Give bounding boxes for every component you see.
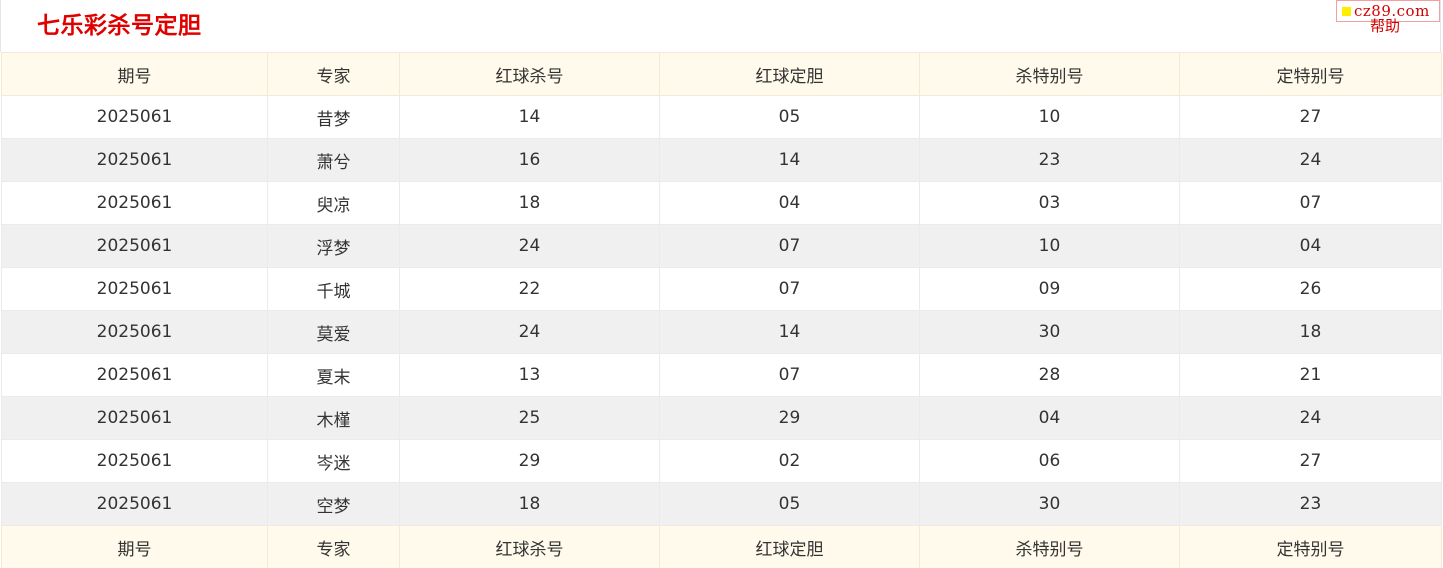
expert-cell: 萧兮 xyxy=(267,138,400,182)
red-kill-cell: 25 xyxy=(399,396,660,440)
table-row: 2025061 浮梦 24 07 10 04 xyxy=(1,224,1442,268)
issue-cell: 2025061 xyxy=(1,95,268,139)
special-fixed-cell: 24 xyxy=(1179,138,1442,182)
issue-cell: 2025061 xyxy=(1,267,268,311)
table-footer-row: 期号 专家 红球杀号 红球定胆 杀特别号 定特别号 xyxy=(1,525,1442,568)
expert-cell: 木槿 xyxy=(267,396,400,440)
expert-cell: 浮梦 xyxy=(267,224,400,268)
page-header: 七乐彩杀号定胆 cz89.com 帮助 xyxy=(0,0,1441,52)
column-header-special-kill: 杀特别号 xyxy=(919,52,1180,96)
table-row: 2025061 臾凉 18 04 03 07 xyxy=(1,181,1442,225)
special-fixed-cell: 23 xyxy=(1179,482,1442,526)
table-row: 2025061 岑迷 29 02 06 27 xyxy=(1,439,1442,483)
column-header-special-fixed: 定特别号 xyxy=(1179,52,1442,96)
issue-cell: 2025061 xyxy=(1,353,268,397)
red-kill-cell: 13 xyxy=(399,353,660,397)
special-kill-cell: 03 xyxy=(919,181,1180,225)
column-footer-red-kill: 红球杀号 xyxy=(399,525,660,568)
red-kill-cell: 14 xyxy=(399,95,660,139)
yellow-square-icon xyxy=(1342,6,1351,16)
column-footer-issue: 期号 xyxy=(1,525,268,568)
issue-cell: 2025061 xyxy=(1,224,268,268)
column-header-issue: 期号 xyxy=(1,52,268,96)
special-kill-cell: 23 xyxy=(919,138,1180,182)
red-kill-cell: 22 xyxy=(399,267,660,311)
special-fixed-cell: 21 xyxy=(1179,353,1442,397)
red-fixed-cell: 14 xyxy=(659,138,920,182)
column-footer-special-kill: 杀特别号 xyxy=(919,525,1180,568)
expert-cell: 臾凉 xyxy=(267,181,400,225)
table-row: 2025061 夏末 13 07 28 21 xyxy=(1,353,1442,397)
column-footer-special-fixed: 定特别号 xyxy=(1179,525,1442,568)
expert-cell: 千城 xyxy=(267,267,400,311)
table-row: 2025061 莫爱 24 14 30 18 xyxy=(1,310,1442,354)
red-fixed-cell: 07 xyxy=(659,224,920,268)
special-fixed-cell: 07 xyxy=(1179,181,1442,225)
column-header-expert: 专家 xyxy=(267,52,400,96)
special-fixed-cell: 27 xyxy=(1179,95,1442,139)
red-fixed-cell: 05 xyxy=(659,95,920,139)
red-kill-cell: 18 xyxy=(399,181,660,225)
page-title: 七乐彩杀号定胆 xyxy=(37,13,202,39)
special-fixed-cell: 27 xyxy=(1179,439,1442,483)
red-fixed-cell: 05 xyxy=(659,482,920,526)
special-kill-cell: 28 xyxy=(919,353,1180,397)
column-header-red-kill: 红球杀号 xyxy=(399,52,660,96)
special-fixed-cell: 18 xyxy=(1179,310,1442,354)
red-kill-cell: 16 xyxy=(399,138,660,182)
special-fixed-cell: 24 xyxy=(1179,396,1442,440)
special-kill-cell: 30 xyxy=(919,310,1180,354)
red-kill-cell: 18 xyxy=(399,482,660,526)
column-header-red-fixed: 红球定胆 xyxy=(659,52,920,96)
special-kill-cell: 04 xyxy=(919,396,1180,440)
special-kill-cell: 30 xyxy=(919,482,1180,526)
red-fixed-cell: 07 xyxy=(659,353,920,397)
issue-cell: 2025061 xyxy=(1,181,268,225)
red-fixed-cell: 07 xyxy=(659,267,920,311)
issue-cell: 2025061 xyxy=(1,396,268,440)
column-footer-expert: 专家 xyxy=(267,525,400,568)
red-fixed-cell: 29 xyxy=(659,396,920,440)
table-row: 2025061 千城 22 07 09 26 xyxy=(1,267,1442,311)
red-kill-cell: 29 xyxy=(399,439,660,483)
red-fixed-cell: 02 xyxy=(659,439,920,483)
table-row: 2025061 木槿 25 29 04 24 xyxy=(1,396,1442,440)
table-row: 2025061 萧兮 16 14 23 24 xyxy=(1,138,1442,182)
issue-cell: 2025061 xyxy=(1,439,268,483)
expert-cell: 岑迷 xyxy=(267,439,400,483)
special-kill-cell: 10 xyxy=(919,95,1180,139)
table-header-row: 期号 专家 红球杀号 红球定胆 杀特别号 定特别号 xyxy=(1,52,1442,96)
special-fixed-cell: 04 xyxy=(1179,224,1442,268)
red-kill-cell: 24 xyxy=(399,310,660,354)
special-kill-cell: 10 xyxy=(919,224,1180,268)
issue-cell: 2025061 xyxy=(1,310,268,354)
special-fixed-cell: 26 xyxy=(1179,267,1442,311)
column-footer-red-fixed: 红球定胆 xyxy=(659,525,920,568)
table-row: 2025061 昔梦 14 05 10 27 xyxy=(1,95,1442,139)
table-row: 2025061 空梦 18 05 30 23 xyxy=(1,482,1442,526)
help-link[interactable]: 帮助 xyxy=(1370,17,1400,35)
red-kill-cell: 24 xyxy=(399,224,660,268)
special-kill-cell: 06 xyxy=(919,439,1180,483)
expert-cell: 夏末 xyxy=(267,353,400,397)
issue-cell: 2025061 xyxy=(1,138,268,182)
red-fixed-cell: 14 xyxy=(659,310,920,354)
red-fixed-cell: 04 xyxy=(659,181,920,225)
expert-cell: 昔梦 xyxy=(267,95,400,139)
expert-cell: 莫爱 xyxy=(267,310,400,354)
page: 七乐彩杀号定胆 cz89.com 帮助 期号 专家 红球杀号 红球定胆 杀特别号… xyxy=(0,0,1443,568)
issue-cell: 2025061 xyxy=(1,482,268,526)
special-kill-cell: 09 xyxy=(919,267,1180,311)
prediction-table: 期号 专家 红球杀号 红球定胆 杀特别号 定特别号 2025061 昔梦 14 05 1… xyxy=(1,52,1442,568)
expert-cell: 空梦 xyxy=(267,482,400,526)
